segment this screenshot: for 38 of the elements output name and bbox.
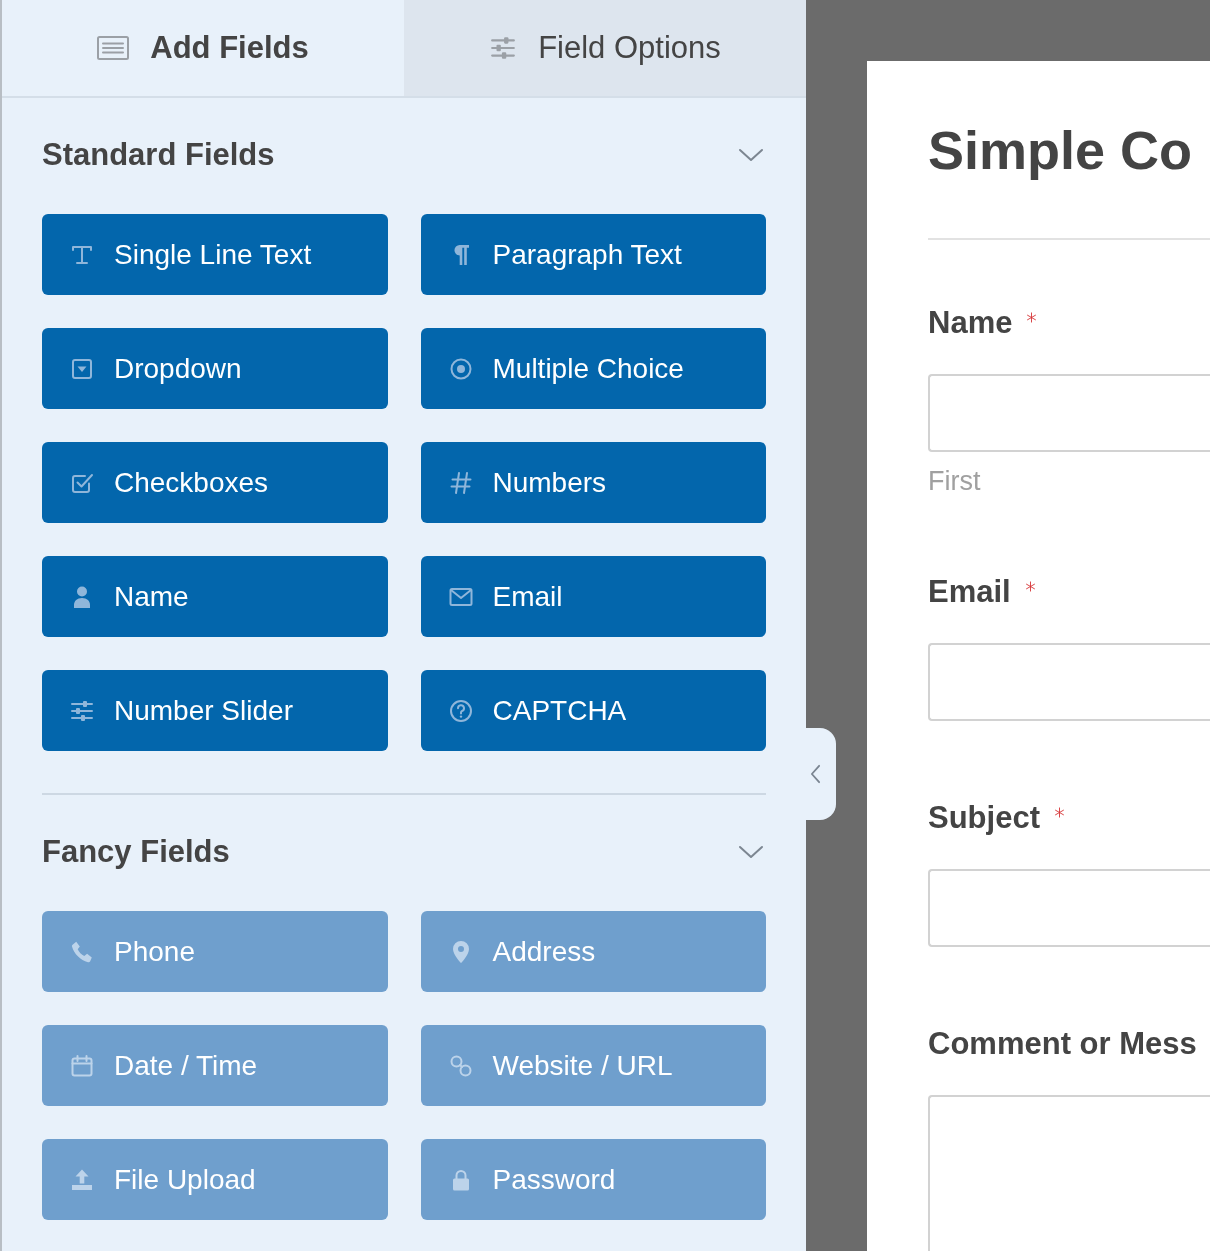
field-button[interactable]: Numbers: [420, 442, 766, 523]
field-label: Subject: [928, 800, 1040, 836]
field-label: Comment or Mess: [928, 1026, 1197, 1062]
collapse-handle[interactable]: [806, 728, 836, 820]
field-label: Name: [928, 305, 1013, 341]
text-input[interactable]: [928, 869, 1210, 947]
field-button[interactable]: Paragraph Text: [420, 214, 766, 295]
section-heading: Standard Fields: [42, 137, 275, 173]
form-icon: [97, 36, 130, 60]
phone-icon: [70, 939, 94, 964]
form-title: Simple Co: [928, 119, 1194, 181]
hash-icon: [448, 470, 473, 495]
radio-icon: [448, 356, 473, 381]
chevron-left-icon: [810, 764, 821, 784]
sliders-icon: [489, 35, 518, 61]
chevron-down-icon[interactable]: [738, 148, 764, 162]
dropdown-icon: [70, 356, 94, 381]
field-button[interactable]: Multiple Choice: [420, 328, 766, 409]
field-button[interactable]: Email: [420, 556, 766, 637]
field-button[interactable]: Name: [42, 556, 388, 637]
calendar-icon: [70, 1053, 94, 1078]
text-input[interactable]: [928, 374, 1210, 452]
question-icon: [448, 698, 473, 723]
field-button[interactable]: Number Slider: [42, 670, 388, 751]
text-input[interactable]: [928, 643, 1210, 721]
field-label: Email: [928, 574, 1011, 610]
field-button[interactable]: Single Line Text: [42, 214, 388, 295]
link-icon: [448, 1053, 473, 1078]
message-textarea[interactable]: [928, 1095, 1210, 1251]
sublabel: First: [928, 467, 982, 495]
section-heading: Fancy Fields: [42, 834, 230, 870]
upload-icon: [70, 1167, 94, 1192]
tab[interactable]: Field Options: [404, 0, 806, 96]
field-button[interactable]: CAPTCHA: [420, 670, 766, 751]
chevron-down-icon[interactable]: [738, 845, 764, 859]
field-button[interactable]: Checkboxes: [42, 442, 388, 523]
sliders-icon: [70, 698, 94, 723]
field-button[interactable]: Dropdown: [42, 328, 388, 409]
